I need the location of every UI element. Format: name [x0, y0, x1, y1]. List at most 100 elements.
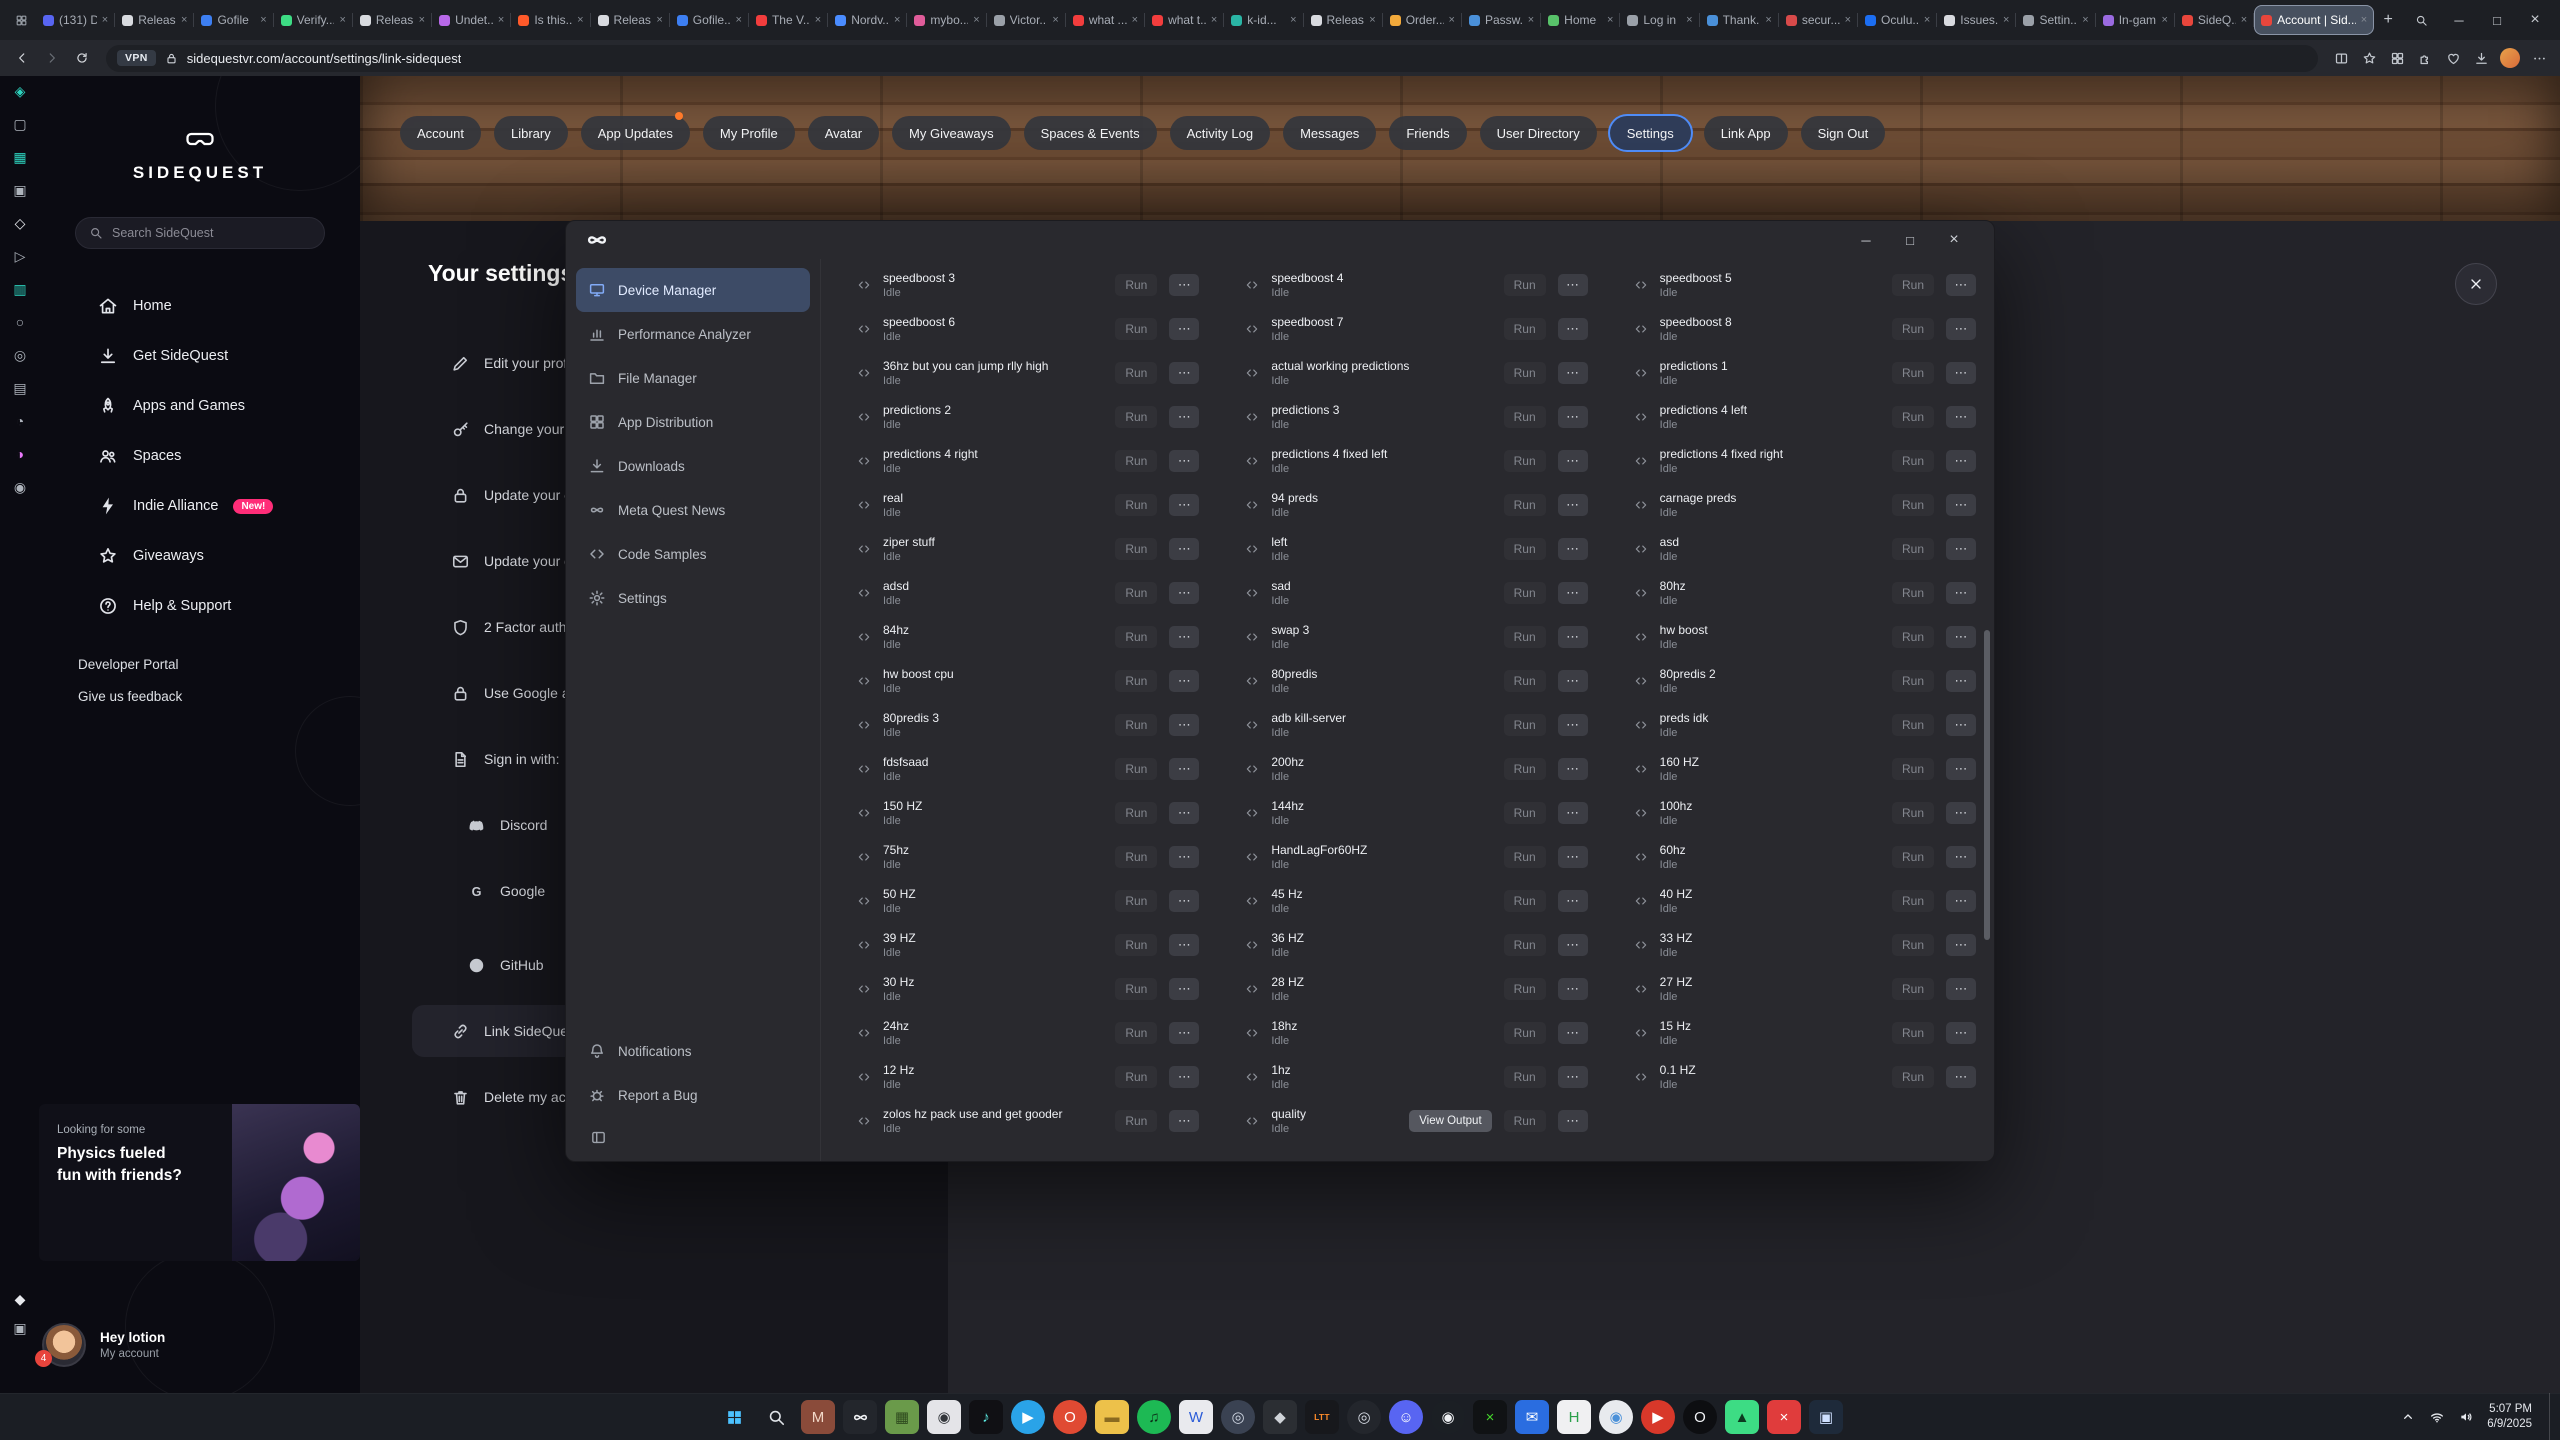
run-button[interactable]: Run: [1892, 1022, 1934, 1044]
tab-close-icon[interactable]: ×: [1686, 14, 1692, 26]
browser-tab[interactable]: mybo... ×: [907, 5, 986, 35]
nav-pill[interactable]: Activity Log: [1170, 116, 1270, 150]
collapse-sidebar-icon[interactable]: [566, 1117, 820, 1157]
run-button[interactable]: Run: [1115, 538, 1157, 560]
taskbar-app-icon[interactable]: ▶: [1641, 1400, 1675, 1434]
command-menu-button[interactable]: ⋯: [1169, 406, 1199, 428]
view-output-button[interactable]: View Output: [1409, 1110, 1491, 1132]
mqdh-sidebar-item[interactable]: Notifications: [576, 1029, 810, 1073]
command-menu-button[interactable]: ⋯: [1558, 890, 1588, 912]
nav-pill[interactable]: My Profile: [703, 116, 795, 150]
sidebar-item[interactable]: Spaces: [40, 431, 360, 481]
command-menu-button[interactable]: ⋯: [1946, 538, 1976, 560]
sidebar-item[interactable]: Giveaways: [40, 531, 360, 581]
run-button[interactable]: Run: [1115, 362, 1157, 384]
tab-close-icon[interactable]: ×: [1052, 14, 1058, 26]
tab-close-icon[interactable]: ×: [973, 14, 979, 26]
rail-icon[interactable]: ◉: [14, 480, 26, 494]
mqdh-sidebar-item[interactable]: Meta Quest News: [576, 488, 810, 532]
command-menu-button[interactable]: ⋯: [1946, 802, 1976, 824]
sidebar-item[interactable]: Apps and Games: [40, 381, 360, 431]
volume-icon[interactable]: [2458, 1409, 2474, 1425]
command-menu-button[interactable]: ⋯: [1946, 362, 1976, 384]
rail-icon[interactable]: ◔: [16, 414, 24, 428]
command-menu-button[interactable]: ⋯: [1946, 450, 1976, 472]
mqdh-close-button[interactable]: ×: [1932, 221, 1976, 259]
tab-close-icon[interactable]: ×: [1369, 14, 1375, 26]
taskbar-app-icon[interactable]: ✉: [1515, 1400, 1549, 1434]
run-button[interactable]: Run: [1115, 670, 1157, 692]
command-menu-button[interactable]: ⋯: [1169, 1066, 1199, 1088]
run-button[interactable]: Run: [1892, 538, 1934, 560]
taskbar-app-icon[interactable]: LTT: [1305, 1400, 1339, 1434]
mqdh-maximize-button[interactable]: □: [1888, 221, 1932, 259]
run-button[interactable]: Run: [1504, 1066, 1546, 1088]
run-button[interactable]: Run: [1504, 1022, 1546, 1044]
run-button[interactable]: Run: [1115, 450, 1157, 472]
command-menu-button[interactable]: ⋯: [1169, 362, 1199, 384]
feedback-link[interactable]: Give us feedback: [78, 689, 360, 704]
rail-icon[interactable]: ◈: [15, 84, 26, 98]
command-menu-button[interactable]: ⋯: [1946, 978, 1976, 1000]
rail-icon[interactable]: ▷: [15, 249, 26, 263]
run-button[interactable]: Run: [1892, 714, 1934, 736]
nav-pill[interactable]: App Updates: [581, 116, 690, 150]
taskbar-app-icon[interactable]: ◆: [1263, 1400, 1297, 1434]
tab-actions-icon[interactable]: [6, 6, 36, 34]
tab-close-icon[interactable]: ×: [339, 14, 345, 26]
command-menu-button[interactable]: ⋯: [1946, 1022, 1976, 1044]
browser-tab[interactable]: Releas... ×: [115, 5, 194, 35]
browser-tab[interactable]: In-gam... ×: [2096, 5, 2175, 35]
tab-close-icon[interactable]: ×: [102, 14, 108, 26]
run-button[interactable]: Run: [1892, 978, 1934, 1000]
run-button[interactable]: Run: [1504, 362, 1546, 384]
search-input[interactable]: Search SideQuest: [75, 217, 325, 249]
run-button[interactable]: Run: [1504, 626, 1546, 648]
run-button[interactable]: Run: [1504, 670, 1546, 692]
command-menu-button[interactable]: ⋯: [1558, 582, 1588, 604]
rail-icon[interactable]: ▤: [13, 381, 26, 395]
run-button[interactable]: Run: [1115, 582, 1157, 604]
tab-close-icon[interactable]: ×: [1211, 14, 1217, 26]
tab-close-icon[interactable]: ×: [419, 14, 425, 26]
taskbar-app-icon[interactable]: ▶: [1011, 1400, 1045, 1434]
extensions-icon[interactable]: [2412, 45, 2438, 71]
tab-close-icon[interactable]: ×: [1924, 14, 1930, 26]
scrollbar-thumb[interactable]: [1984, 630, 1990, 940]
browser-tab[interactable]: Settin... ×: [2016, 5, 2095, 35]
start-button[interactable]: [717, 1400, 751, 1434]
refresh-icon[interactable]: [68, 44, 96, 72]
nav-pill[interactable]: Settings: [1610, 116, 1691, 150]
new-tab-button[interactable]: +: [2374, 6, 2402, 34]
command-menu-button[interactable]: ⋯: [1558, 538, 1588, 560]
run-button[interactable]: Run: [1892, 1066, 1934, 1088]
run-button[interactable]: Run: [1892, 450, 1934, 472]
run-button[interactable]: Run: [1115, 714, 1157, 736]
downloads-icon[interactable]: [2468, 45, 2494, 71]
command-menu-button[interactable]: ⋯: [1169, 274, 1199, 296]
rail-icon[interactable]: ▣: [13, 183, 26, 197]
command-menu-button[interactable]: ⋯: [1169, 890, 1199, 912]
taskbar-app-icon[interactable]: [843, 1400, 877, 1434]
browser-tab[interactable]: Nordv... ×: [828, 5, 907, 35]
command-menu-button[interactable]: ⋯: [1946, 714, 1976, 736]
taskbar-app-icon[interactable]: ◉: [1431, 1400, 1465, 1434]
tab-close-icon[interactable]: ×: [1845, 14, 1851, 26]
run-button[interactable]: Run: [1504, 802, 1546, 824]
command-menu-button[interactable]: ⋯: [1169, 450, 1199, 472]
command-menu-button[interactable]: ⋯: [1558, 1110, 1588, 1132]
browser-tab[interactable]: Thank... ×: [1700, 5, 1779, 35]
run-button[interactable]: Run: [1115, 318, 1157, 340]
run-button[interactable]: Run: [1892, 582, 1934, 604]
tab-close-icon[interactable]: ×: [736, 14, 742, 26]
tray-chevron-up-icon[interactable]: [2400, 1409, 2416, 1425]
browser-tab[interactable]: Account | Sid... ×: [2254, 5, 2374, 35]
run-button[interactable]: Run: [1504, 978, 1546, 1000]
rail-icon[interactable]: ◆: [15, 1292, 26, 1306]
run-button[interactable]: Run: [1115, 1022, 1157, 1044]
run-button[interactable]: Run: [1504, 450, 1546, 472]
tab-close-icon[interactable]: ×: [1765, 14, 1771, 26]
command-menu-button[interactable]: ⋯: [1946, 846, 1976, 868]
command-menu-button[interactable]: ⋯: [1946, 318, 1976, 340]
window-close-button[interactable]: ×: [2516, 0, 2554, 40]
